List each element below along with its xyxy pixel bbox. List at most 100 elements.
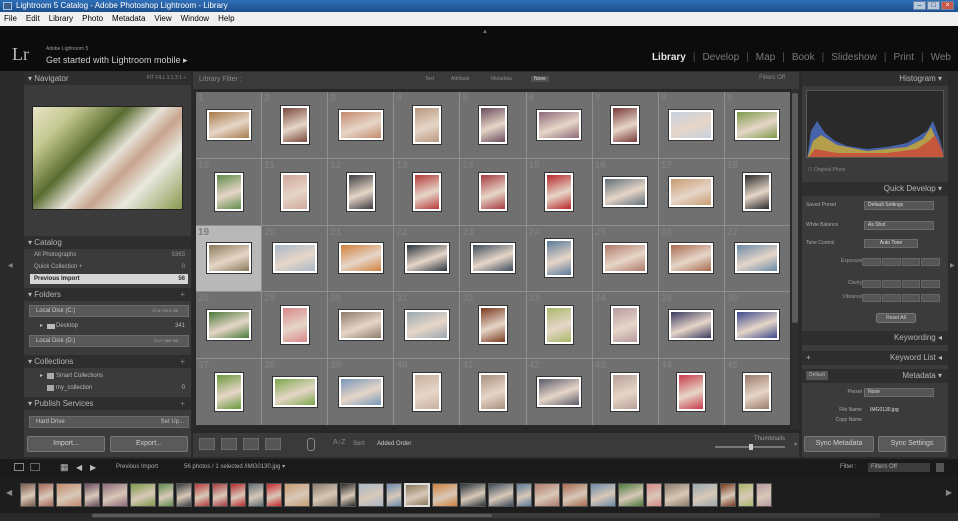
slider-knob[interactable] <box>748 444 753 450</box>
photo-thumbnail[interactable] <box>412 373 441 412</box>
collection-my-collection[interactable]: my_collection 0 <box>40 383 188 393</box>
grid-cell[interactable]: 27 <box>724 225 790 292</box>
grid-cell[interactable]: 45 <box>724 359 790 425</box>
photo-thumbnail[interactable] <box>206 310 251 341</box>
filmstrip-thumbnail[interactable] <box>756 482 772 507</box>
add-folder-icon[interactable]: + <box>180 288 185 301</box>
filmstrip-thumbnail[interactable] <box>358 482 384 507</box>
drive-d[interactable]: Local Disk (D:) 75.2 / 368 GB <box>29 335 189 347</box>
filmstrip-source[interactable]: Previous Import <box>116 459 158 476</box>
module-slideshow[interactable]: Slideshow <box>824 52 884 63</box>
grid-cell[interactable]: 36 <box>724 292 790 359</box>
filmstrip-right-arrow-icon[interactable]: ▶ <box>946 488 952 497</box>
white-balance-dropdown[interactable]: As Shot <box>864 221 934 230</box>
photo-thumbnail[interactable] <box>206 243 251 274</box>
grid-cell[interactable]: 21 <box>328 225 394 292</box>
loupe-view-icon[interactable] <box>221 438 237 450</box>
filmstrip-thumbnail[interactable] <box>534 482 560 507</box>
grid-cell[interactable]: 32 <box>460 292 526 359</box>
grid-cell[interactable]: 10 <box>196 158 262 225</box>
photo-thumbnail[interactable] <box>537 109 582 140</box>
photo-thumbnail[interactable] <box>280 306 309 345</box>
publish-services-header[interactable]: ▾ Publish Services + <box>24 397 191 410</box>
grid-cell[interactable]: 37 <box>196 359 262 425</box>
filmstrip-thumbnail[interactable] <box>664 482 690 507</box>
menu-edit[interactable]: Edit <box>26 12 40 26</box>
module-print[interactable]: Print <box>886 52 921 63</box>
filmstrip-thumbnail[interactable] <box>266 482 282 507</box>
menu-photo[interactable]: Photo <box>82 12 103 26</box>
photo-thumbnail[interactable] <box>272 243 317 274</box>
filmstrip-thumbnail[interactable] <box>176 482 192 507</box>
publish-setup[interactable]: Set Up... <box>161 417 184 427</box>
photo-thumbnail[interactable] <box>537 377 582 408</box>
grid-scrollbar-thumb[interactable] <box>792 93 798 323</box>
second-window-icon[interactable] <box>30 463 40 471</box>
photo-thumbnail[interactable] <box>735 109 780 140</box>
filter-metadata[interactable]: Metadata <box>491 76 512 82</box>
photo-thumbnail[interactable] <box>214 172 243 211</box>
survey-view-icon[interactable] <box>265 438 281 450</box>
grid-scrollbar[interactable] <box>791 89 799 429</box>
toolbar-menu-icon[interactable]: ▾ <box>794 441 797 448</box>
drive-c[interactable]: Local Disk (C:) 37.6 / 99.9 GB <box>29 305 189 317</box>
grid-view-icon[interactable] <box>199 438 215 450</box>
grid-cell[interactable]: 26 <box>658 225 724 292</box>
grid-cell[interactable]: 7 <box>592 92 658 158</box>
grid-cell[interactable]: 31 <box>394 292 460 359</box>
photo-thumbnail[interactable] <box>206 109 251 140</box>
grid-cell[interactable]: 33 <box>526 292 592 359</box>
grid-cell[interactable]: 2 <box>262 92 328 158</box>
filmstrip-thumbnail[interactable] <box>590 482 616 507</box>
catalog-previous-import[interactable]: Previous Import 56 <box>30 274 188 284</box>
grid-cell[interactable]: 35 <box>658 292 724 359</box>
photo-thumbnail[interactable] <box>669 310 714 341</box>
photo-thumbnail[interactable] <box>735 243 780 274</box>
vibrance-buttons[interactable] <box>862 294 940 302</box>
menu-view[interactable]: View <box>154 12 171 26</box>
filmstrip-thumbnail[interactable] <box>284 482 310 507</box>
photo-thumbnail[interactable] <box>735 310 780 341</box>
filmstrip-info[interactable]: 56 photos / 1 selected /IMG0130.jpg ▾ <box>184 459 285 476</box>
collapse-right-arrow-icon[interactable]: ▶ <box>950 262 955 269</box>
filmstrip-thumbnail[interactable] <box>20 482 36 507</box>
photo-thumbnail[interactable] <box>669 176 714 207</box>
grid-cell[interactable]: 17 <box>658 158 724 225</box>
filmstrip-thumbnail[interactable] <box>194 482 210 507</box>
lightroom-mobile-link[interactable]: Get started with Lightroom mobile ▸ <box>46 55 188 66</box>
add-keyword-icon[interactable]: + <box>806 351 811 365</box>
reset-all-button[interactable]: Reset All <box>876 313 916 323</box>
collection-smart[interactable]: ▸ Smart Collections <box>40 371 188 381</box>
forward-arrow-icon[interactable]: ▶ <box>90 459 96 476</box>
filmstrip-thumbnail[interactable] <box>516 482 532 507</box>
photo-thumbnail[interactable] <box>669 109 714 140</box>
filmstrip-left-arrow-icon[interactable]: ◀ <box>6 488 12 497</box>
grid-icon[interactable]: ▦ <box>60 459 69 476</box>
navigator-header[interactable]: ▾ Navigator FIT FILL 1:1 3:1 ÷ <box>24 72 191 85</box>
photo-thumbnail[interactable] <box>272 377 317 408</box>
clarity-buttons[interactable] <box>862 280 940 288</box>
photo-thumbnail[interactable] <box>743 373 772 412</box>
module-map[interactable]: Map <box>749 52 782 63</box>
filmstrip-thumbnail[interactable] <box>84 482 100 507</box>
expand-triangle-icon[interactable]: ▸ <box>40 321 43 331</box>
filter-text[interactable]: Text <box>425 76 434 82</box>
photo-thumbnail[interactable] <box>470 243 515 274</box>
keyword-list-header[interactable]: + Keyword List ◂ <box>802 351 948 365</box>
filmstrip-thumbnail[interactable] <box>130 482 156 507</box>
grid-cell[interactable]: 8 <box>658 92 724 158</box>
grid-cell[interactable]: 13 <box>394 158 460 225</box>
filmstrip-thumbnail[interactable] <box>432 482 458 507</box>
filmstrip-thumbnail[interactable] <box>460 482 486 507</box>
close-button[interactable]: × <box>941 1 954 10</box>
photo-thumbnail[interactable] <box>338 109 383 140</box>
photo-thumbnail[interactable] <box>478 306 507 345</box>
exposure-buttons[interactable] <box>862 258 940 266</box>
grid-cell[interactable]: 22 <box>394 225 460 292</box>
filmstrip-thumbnail[interactable] <box>386 482 402 507</box>
keywording-header[interactable]: Keywording ◂ <box>802 331 948 345</box>
grid-cell[interactable]: 28 <box>196 292 262 359</box>
filmstrip-thumbnail[interactable] <box>158 482 174 507</box>
metadata-mode-dropdown[interactable]: Default <box>806 371 828 380</box>
photo-thumbnail[interactable] <box>338 310 383 341</box>
